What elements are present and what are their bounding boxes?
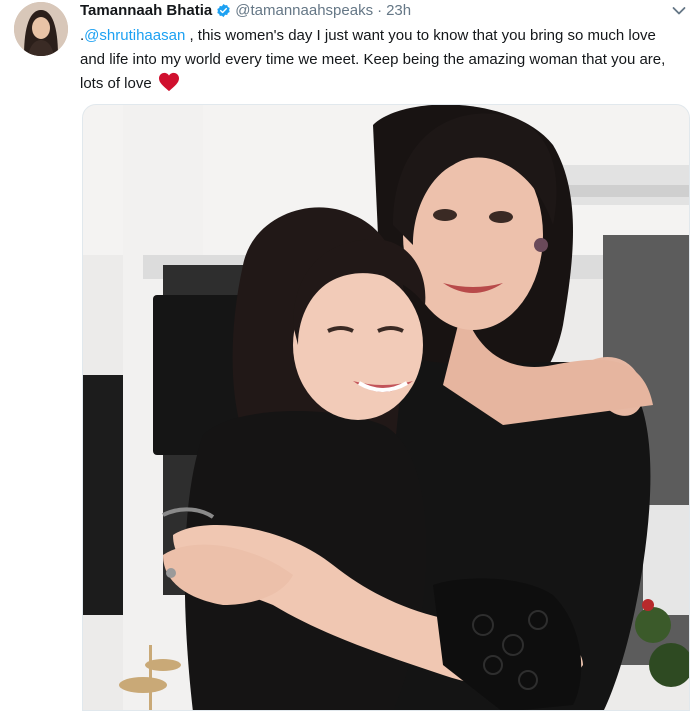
author-handle[interactable]: @tamannaahspeaks <box>235 2 373 19</box>
tweet-header: Tamannaah Bhatia @tamannaahspeaks · 23h <box>80 0 411 20</box>
tweet-timestamp[interactable]: 23h <box>386 2 411 19</box>
verified-badge-icon <box>217 3 230 17</box>
tweet-card[interactable]: Tamannaah Bhatia @tamannaahspeaks · 23h … <box>0 0 700 711</box>
author-avatar[interactable] <box>14 2 68 56</box>
tweet-text: .@shrutihaasan , this women's day I just… <box>80 24 680 96</box>
tweet-photo[interactable] <box>82 104 690 711</box>
photo-illustration <box>83 105 689 710</box>
red-heart-icon <box>158 72 179 92</box>
mention-link[interactable]: @shrutihaasan <box>84 27 185 44</box>
chevron-down-icon[interactable] <box>672 6 686 16</box>
author-name[interactable]: Tamannaah Bhatia <box>80 2 212 19</box>
header-separator: · <box>377 1 383 19</box>
